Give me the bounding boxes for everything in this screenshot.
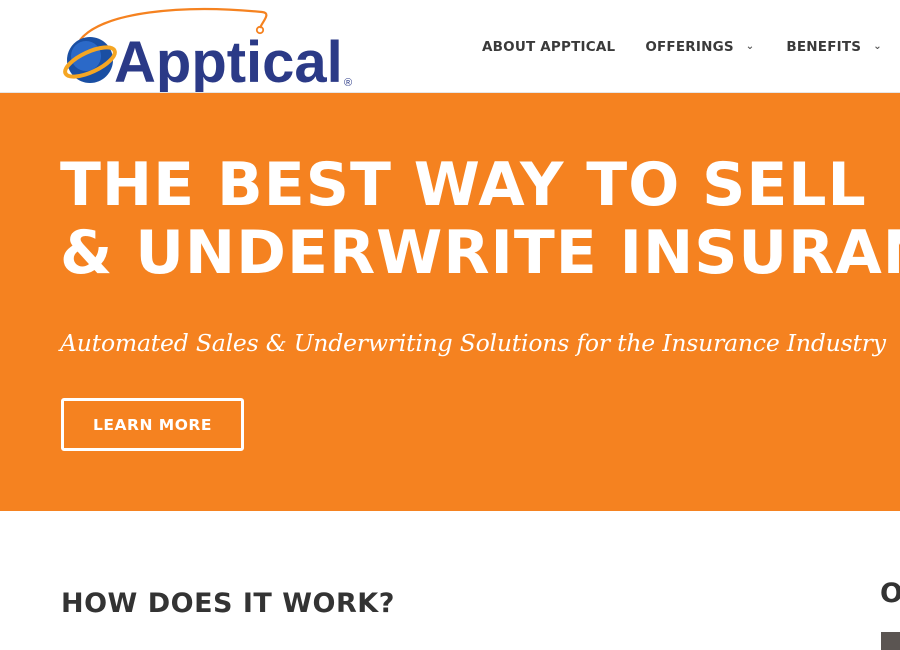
- chevron-down-icon[interactable]: ⌄: [746, 41, 755, 52]
- hero-subtitle: Automated Sales & Underwriting Solutions…: [60, 329, 886, 357]
- nav-benefits[interactable]: BENEFITS ⌄: [786, 39, 881, 55]
- hero-title-line-1: THE BEST WAY TO SELL: [60, 150, 867, 220]
- chevron-down-icon[interactable]: ⌄: [873, 41, 882, 52]
- main-nav: ABOUT APPTICAL OFFERINGS ⌄ BENEFITS ⌄ C: [480, 0, 900, 92]
- logo-registered-mark: ®: [344, 77, 352, 89]
- nav-offerings[interactable]: OFFERINGS ⌄: [645, 39, 754, 55]
- learn-more-button[interactable]: LEARN MORE: [61, 398, 244, 451]
- side-image: [881, 632, 900, 650]
- hero-title: THE BEST WAY TO SELL & UNDERWRITE INSURA…: [60, 151, 900, 287]
- how-it-works-heading: HOW DOES IT WORK?: [61, 588, 395, 619]
- site-header: Apptical ® ABOUT APPTICAL OFFERINGS ⌄ BE…: [0, 0, 900, 93]
- hero-banner: THE BEST WAY TO SELL & UNDERWRITE INSURA…: [0, 93, 900, 511]
- nav-benefits-label[interactable]: BENEFITS: [786, 39, 861, 55]
- apptical-logo[interactable]: Apptical ®: [62, 6, 362, 92]
- hero-title-line-2: & UNDERWRITE INSURANCE: [60, 218, 900, 288]
- side-heading-truncated: O: [880, 578, 900, 609]
- logo-wordmark: Apptical: [114, 30, 343, 92]
- nav-about-label[interactable]: ABOUT APPTICAL: [482, 39, 615, 55]
- nav-about[interactable]: ABOUT APPTICAL: [482, 39, 615, 55]
- nav-offerings-label[interactable]: OFFERINGS: [645, 39, 733, 55]
